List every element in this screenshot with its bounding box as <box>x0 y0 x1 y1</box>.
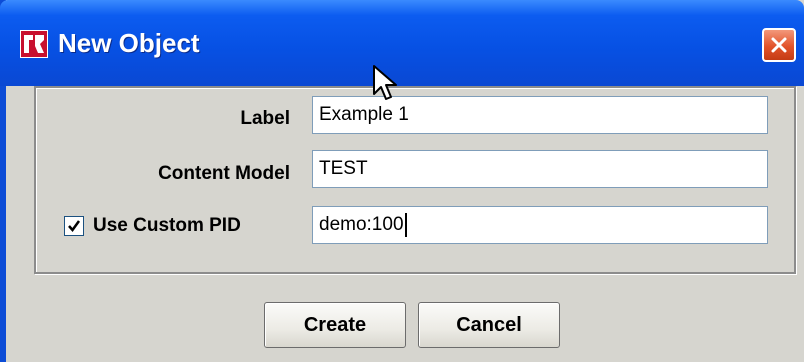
custom-pid-input-value: demo:100 <box>319 214 404 235</box>
app-logo-icon <box>20 30 48 58</box>
content-model-input[interactable]: TEST <box>312 150 768 188</box>
use-custom-pid-label: Use Custom PID <box>93 215 241 236</box>
create-button[interactable]: Create <box>264 302 406 348</box>
custom-pid-input[interactable]: demo:100 <box>312 206 768 244</box>
title-bar[interactable]: New Object <box>0 0 804 86</box>
content-model-input-value: TEST <box>319 158 368 179</box>
cancel-button[interactable]: Cancel <box>418 302 560 348</box>
label-field-label: Label <box>240 108 290 129</box>
content-model-field-label: Content Model <box>158 163 290 184</box>
close-icon <box>771 37 787 53</box>
use-custom-pid-checkbox[interactable]: Use Custom PID <box>64 213 241 239</box>
close-button[interactable] <box>762 28 796 62</box>
checkbox-box[interactable] <box>64 216 84 236</box>
window-title: New Object <box>58 28 200 58</box>
mouse-pointer-icon <box>372 64 402 109</box>
checkmark-icon <box>68 220 81 233</box>
text-caret <box>404 212 407 237</box>
